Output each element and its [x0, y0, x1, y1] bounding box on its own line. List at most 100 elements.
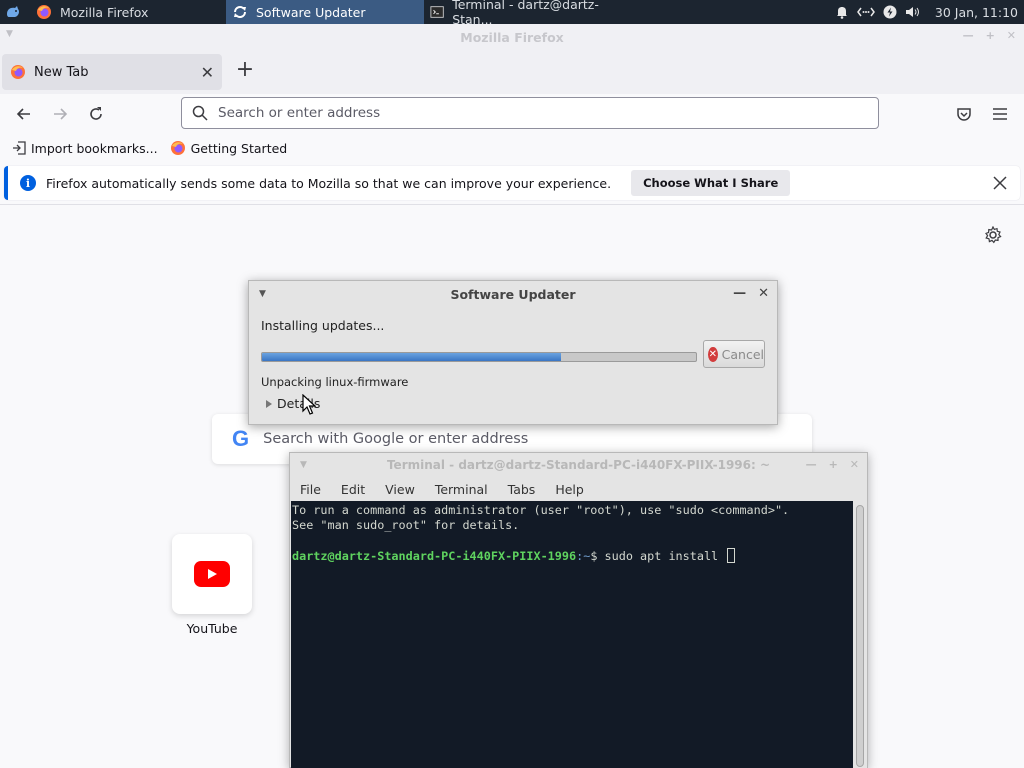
progress-fill — [262, 353, 562, 361]
minimize-icon[interactable]: — — [963, 29, 974, 42]
choose-what-i-share-button[interactable]: Choose What I Share — [631, 170, 791, 196]
update-status: Installing updates... — [261, 318, 385, 333]
terminal-prompt-line: dartz@dartz-Standard-PC-i440FX-PIIX-1996… — [292, 548, 853, 564]
newtab-search-placeholder: Search with Google or enter address — [263, 431, 529, 447]
navigation-toolbar — [0, 94, 1024, 134]
dialog-titlebar[interactable]: ▼ Software Updater — ✕ — [249, 281, 777, 307]
youtube-icon — [194, 561, 230, 587]
cancel-icon: ✕ — [708, 346, 718, 362]
cancel-label: Cancel — [721, 346, 764, 362]
hamburger-menu-icon — [993, 108, 1007, 120]
menu-terminal[interactable]: Terminal — [435, 482, 488, 497]
window-menu-icon[interactable]: ▼ — [259, 289, 266, 299]
terminal-scrollbar[interactable] — [853, 501, 867, 768]
arrow-left-icon — [16, 108, 30, 120]
firefox-icon — [170, 141, 185, 155]
refresh-icon — [234, 6, 246, 18]
menu-view[interactable]: View — [385, 482, 415, 497]
task-software-updater[interactable]: Software Updater — [226, 0, 424, 24]
task-label: Mozilla Firefox — [60, 4, 149, 20]
close-icon[interactable] — [990, 173, 1010, 193]
menu-help[interactable]: Help — [555, 482, 584, 497]
minimize-icon[interactable]: — — [733, 286, 746, 301]
task-label: Software Updater — [256, 4, 366, 20]
maximize-icon[interactable]: + — [986, 29, 995, 42]
bookmark-import[interactable]: Import bookmarks... — [12, 141, 158, 156]
dialog-title: Software Updater — [450, 286, 576, 302]
menu-file[interactable]: File — [300, 482, 321, 497]
firefox-titlebar[interactable]: ▼ Mozilla Firefox — + ✕ — [0, 24, 1024, 50]
tab-close-icon[interactable]: ✕ — [201, 63, 214, 82]
tab-new-tab[interactable]: New Tab ✕ — [2, 54, 222, 90]
info-icon: i — [20, 175, 36, 191]
xfce-mouse-icon — [7, 6, 19, 17]
forward-button[interactable] — [48, 102, 72, 126]
back-button[interactable] — [12, 102, 36, 126]
address-input[interactable] — [218, 105, 858, 121]
terminal-output[interactable]: To run a command as administrator (user … — [291, 501, 853, 768]
firefox-icon — [11, 65, 25, 79]
expander-triangle-icon — [266, 399, 272, 408]
window-menu-icon[interactable]: ▼ — [300, 460, 307, 470]
bookmark-label: Getting Started — [190, 140, 288, 156]
task-label: Terminal - dartz@dartz-Stan... — [452, 0, 599, 27]
update-progress-bar — [261, 352, 697, 362]
task-firefox[interactable]: Mozilla Firefox — [26, 0, 226, 24]
terminal-window: ▼ Terminal - dartz@dartz-Standard-PC-i44… — [289, 452, 868, 768]
top-site-label: YouTube — [186, 621, 238, 636]
arrow-right-icon — [54, 108, 68, 120]
task-terminal[interactable]: Terminal - dartz@dartz-Stan... — [424, 0, 624, 27]
cancel-button[interactable]: ✕ Cancel — [703, 340, 765, 368]
close-icon[interactable]: ✕ — [1007, 29, 1016, 42]
software-updater-dialog: ▼ Software Updater — ✕ Installing update… — [248, 280, 778, 425]
update-substatus: Unpacking linux-firmware — [261, 375, 409, 389]
prompt-command: $ sudo apt install — [590, 549, 726, 563]
data-collection-notification: i Firefox automatically sends some data … — [4, 166, 1020, 200]
pocket-icon — [957, 108, 971, 121]
window-menu-icon[interactable]: ▼ — [6, 29, 13, 39]
bookmark-label: Import bookmarks... — [31, 140, 158, 156]
window-title: Mozilla Firefox — [460, 29, 564, 45]
bookmark-getting-started[interactable]: Getting Started — [170, 140, 288, 156]
scrollbar-thumb[interactable] — [856, 505, 864, 767]
terminal-line: See "man sudo_root" for details. — [292, 518, 520, 532]
reload-icon — [90, 107, 102, 120]
reload-button[interactable] — [84, 102, 108, 126]
import-icon — [13, 141, 26, 155]
terminal-icon — [430, 6, 444, 18]
top-site-youtube[interactable] — [172, 534, 252, 614]
terminal-line: To run a command as administrator (user … — [292, 503, 790, 517]
close-icon[interactable]: ✕ — [850, 458, 859, 471]
google-icon: G — [232, 426, 250, 451]
whisker-menu-button[interactable] — [0, 0, 26, 24]
notification-bell-icon[interactable] — [835, 5, 849, 19]
menu-edit[interactable]: Edit — [341, 482, 365, 497]
address-bar[interactable] — [181, 97, 879, 129]
network-icon[interactable] — [856, 5, 875, 19]
firefox-icon — [37, 5, 51, 19]
minimize-icon[interactable]: — — [806, 458, 817, 471]
pocket-button[interactable] — [952, 102, 976, 126]
menu-tabs[interactable]: Tabs — [508, 482, 536, 497]
terminal-titlebar[interactable]: ▼ Terminal - dartz@dartz-Standard-PC-i44… — [290, 453, 867, 477]
new-tab-button[interactable]: + — [234, 59, 256, 82]
power-icon[interactable] — [883, 5, 897, 19]
prompt-user: dartz@dartz-Standard-PC-i440FX-PIIX-1996 — [292, 549, 577, 563]
bookmarks-toolbar: Import bookmarks... Getting Started — [0, 134, 1024, 162]
system-tray: 30 Jan, 11:10 — [835, 5, 1024, 20]
prompt-path: :~ — [576, 549, 591, 563]
search-icon — [192, 105, 208, 121]
tab-label: New Tab — [34, 64, 89, 80]
clock[interactable]: 30 Jan, 11:10 — [935, 5, 1018, 20]
close-icon[interactable]: ✕ — [758, 286, 769, 301]
notification-message: Firefox automatically sends some data to… — [46, 175, 612, 191]
tab-strip: New Tab ✕ + — [0, 50, 1024, 94]
terminal-title: Terminal - dartz@dartz-Standard-PC-i440F… — [386, 458, 771, 472]
volume-icon[interactable] — [905, 5, 921, 19]
app-menu-button[interactable] — [988, 102, 1012, 126]
maximize-icon[interactable]: + — [829, 458, 838, 471]
top-panel: Mozilla Firefox Software Updater Termina… — [0, 0, 1024, 27]
terminal-cursor — [727, 548, 736, 563]
mouse-cursor-icon — [302, 394, 316, 415]
gear-icon[interactable] — [984, 226, 1002, 244]
